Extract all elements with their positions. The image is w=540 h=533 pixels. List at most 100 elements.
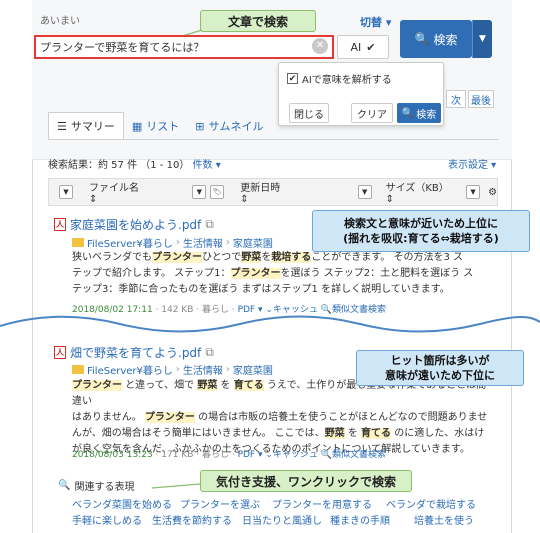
crumb-item[interactable]: 生活情報: [183, 362, 223, 377]
related-link[interactable]: プランターを選ぶ: [180, 496, 260, 511]
tab-divider: [48, 139, 498, 140]
settings-icon[interactable]: ⚙: [488, 187, 497, 198]
snippet-text: と違って、畑で: [122, 380, 198, 391]
ai-analyze-checkbox[interactable]: ✔: [287, 73, 298, 84]
callout-text: 意味が遠いため下位に: [385, 369, 495, 382]
search-button-label: 検索: [433, 32, 458, 47]
callout-search-by-sentence: 文章で検索: [200, 10, 316, 32]
crumb-item[interactable]: 生活情報: [183, 235, 223, 250]
result-title-2[interactable]: 人畑で野菜を育てよう.pdf ⧉: [54, 344, 214, 361]
col-filename-label: ファイル名: [88, 183, 139, 194]
clear-button[interactable]: クリア: [351, 103, 393, 123]
grid-icon: ⊞: [195, 119, 205, 133]
highlighted-term: 育てる: [233, 380, 264, 391]
col-updated[interactable]: 更新日時 ⇕: [240, 179, 291, 205]
view-tabs: ☰ サマリー ▦ リスト ⊞ サムネイル: [48, 112, 272, 140]
snippet-text: 狭いベランダでも: [72, 252, 152, 263]
callout-one-click: 気付き支援、ワンクリックで検索: [200, 470, 412, 492]
related-heading-text: 関連する表現: [74, 482, 135, 493]
tab-summary[interactable]: ☰ サマリー: [48, 112, 124, 140]
fuzzy-mode-label: あいまい: [40, 16, 80, 27]
pager-last[interactable]: 最後: [468, 90, 494, 108]
col-filename[interactable]: ファイル名 ⇕: [89, 179, 150, 205]
crumb-item[interactable]: 家庭菜園: [233, 235, 273, 250]
callout-rank-up: 検索文と意味が近いため上位に (揺れを吸収:育てる⇔栽培する): [312, 210, 530, 252]
result-title-text: 畑で野菜を育てよう.pdf: [70, 346, 202, 360]
search-options-dropdown[interactable]: ▼: [472, 20, 492, 58]
related-link[interactable]: ベランダ菜園を始める: [72, 496, 172, 511]
display-settings-link[interactable]: 表示設定 ▾: [448, 156, 496, 171]
external-link-icon[interactable]: ⧉: [205, 217, 214, 232]
col-size[interactable]: サイズ（KB） ⇕: [386, 179, 460, 205]
close-button[interactable]: 閉じる: [289, 103, 329, 123]
result-snippet-1: 狭いベランダでもプランターひとつで野菜を栽培することができます。 その方法を3 …: [72, 250, 492, 298]
result-meta-2: 2018/08/03 13:23 · 171 KB · 暮らし · PDF ▾ …: [72, 447, 386, 460]
related-link[interactable]: ベランダで栽培する: [386, 496, 476, 511]
list-icon: ☰: [57, 119, 67, 133]
folder-icon: [72, 238, 84, 247]
snippet-text: を選ぼう ステップ2：土と肥料を選ぼう ス: [280, 268, 474, 279]
result-title-1[interactable]: 人家庭菜園を始めよう.pdf ⧉: [54, 216, 214, 233]
pdf-icon: 人: [54, 218, 66, 231]
snippet-text: を: [217, 380, 234, 391]
per-page-dropdown[interactable]: 件数 ▾: [193, 160, 221, 171]
pdf-dropdown[interactable]: PDF ▾: [238, 450, 263, 460]
highlighted-term: プランター: [144, 412, 195, 423]
related-link[interactable]: プランターを用意する: [272, 496, 372, 511]
cache-link[interactable]: ⌄キャッシュ: [265, 450, 318, 460]
highlighted-term: プランター: [72, 380, 122, 391]
search-icon: 🔍: [58, 480, 71, 491]
highlighted-term: プランター: [230, 268, 281, 279]
pdf-icon: 人: [54, 346, 66, 359]
clear-input-icon[interactable]: ✕: [312, 38, 328, 54]
cut-line: [0, 315, 540, 333]
highlighted-term: 育てる: [361, 428, 392, 439]
search-button[interactable]: 🔍 検索: [400, 20, 472, 58]
crumb-item[interactable]: 家庭菜園: [233, 362, 273, 377]
filename-dropdown[interactable]: ▼: [192, 185, 207, 199]
breadcrumb: FileServer¥暮らし › 生活情報 › 家庭菜園: [72, 235, 273, 250]
table-icon: ▦: [131, 119, 143, 133]
snippet-text: テップで紹介します。 ステップ1：: [72, 268, 231, 279]
pager-next[interactable]: 次: [446, 90, 466, 108]
ai-toggle-button[interactable]: AI ✔: [337, 35, 389, 59]
crumb-item[interactable]: FileServer¥暮らし: [87, 235, 173, 250]
similar-search-link[interactable]: 🔍類似文書検索: [321, 450, 386, 460]
external-link-icon[interactable]: ⧉: [205, 345, 214, 360]
related-link[interactable]: 種まきの手順: [330, 512, 390, 527]
col-size-label: サイズ（KB）: [385, 183, 449, 194]
tab-label: サマリー: [70, 120, 115, 133]
snippet-text: テップ3：季節に合ったものを選ぼう まずはステップ1 を詳しく説明していきます。: [72, 284, 450, 295]
related-link[interactable]: 手軽に楽しめる: [72, 512, 142, 527]
ai-analyze-checkbox-row[interactable]: ✔ AIで意味を解析する: [287, 71, 392, 86]
result-snippet-2: プランター と違って、畑で 野菜 を 育てる うえで、土作りが最も重要な作業であ…: [72, 378, 492, 458]
sort-header: ▼ ファイル名 ⇕ ▼ 🏷 更新日時 ⇕ ▼ サイズ（KB） ⇕ ▼ ⚙: [48, 178, 498, 206]
size-dropdown[interactable]: ▼: [466, 185, 481, 199]
popover-search-button[interactable]: 🔍 検索: [397, 103, 441, 123]
switch-mode-link[interactable]: 切替 ▾: [360, 14, 391, 30]
related-link[interactable]: 培養土を使う: [414, 512, 474, 527]
tab-list[interactable]: ▦ リスト: [124, 112, 187, 140]
result-count-text: 検索結果：約 57 件 （1 - 10）: [48, 160, 190, 171]
highlighted-term: プランター: [152, 252, 202, 263]
snippet-text: のに適した、水はけ: [391, 428, 485, 439]
tag-icon[interactable]: 🏷: [210, 185, 225, 199]
highlighted-term: 野菜: [197, 380, 218, 391]
related-link[interactable]: 日当たりと風通し: [242, 512, 322, 527]
callout-text: ヒット箇所は多いが: [390, 354, 490, 367]
search-input[interactable]: プランターで野菜を育てるには？: [34, 35, 334, 59]
tab-thumbnail[interactable]: ⊞ サムネイル: [187, 112, 271, 140]
related-link[interactable]: 生活費を節約する: [152, 512, 232, 527]
snippet-text: を: [261, 252, 272, 263]
crumb-item[interactable]: FileServer¥暮らし: [87, 362, 173, 377]
search-icon: 🔍: [401, 107, 415, 119]
callout-text: (揺れを吸収:育てる⇔栽培する): [343, 232, 499, 245]
snippet-text: はありません。: [72, 412, 145, 423]
updated-dropdown[interactable]: ▼: [357, 185, 372, 199]
select-dropdown[interactable]: ▼: [59, 185, 73, 199]
folder-icon: [72, 365, 84, 374]
related-expressions-heading: 🔍 関連する表現: [58, 478, 134, 493]
result-date: 2018/08/03 13:23: [72, 450, 153, 460]
ai-options-popover: ✔ AIで意味を解析する 閉じる クリア 🔍 検索: [278, 62, 444, 126]
snippet-text: の場合は市販の培養土を使うことがほとんどなので問題ありませ: [194, 412, 488, 423]
